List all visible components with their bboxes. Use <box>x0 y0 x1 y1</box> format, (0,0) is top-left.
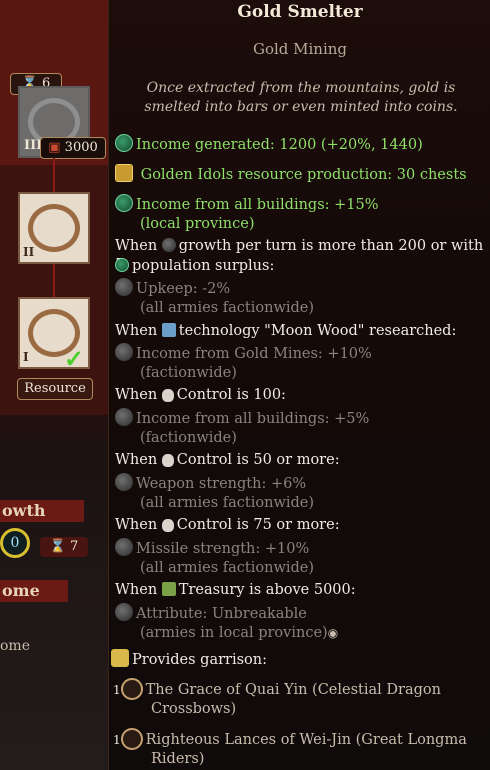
effect-scope: (local province) <box>140 216 255 232</box>
effect-text: Missile strength: +10% <box>136 541 310 557</box>
condition-text: Treasury is above 5000: <box>178 582 356 598</box>
effect-text: Income from all buildings: +15% <box>136 197 379 213</box>
skull-icon <box>161 519 174 532</box>
effect-income-generated: Income generated: 1200 (+20%, 1440) <box>115 134 485 155</box>
chain-connector <box>53 264 55 298</box>
growth-turns: 7 <box>70 539 79 554</box>
condition-text: Control is 100: <box>176 387 286 403</box>
cost-badge: ▣ 3000 <box>40 137 106 159</box>
skull-icon <box>161 389 174 402</box>
unit-name: The Grace of Quai Yin (Celestial Dragon <box>145 682 441 698</box>
effect-income-buildings: Income from all buildings: +15% (local p… <box>115 194 485 234</box>
condition-control-75: When Control is 75 or more: <box>115 516 485 535</box>
condition-growth-cont: population surplus: <box>115 257 485 276</box>
effect-text: Attribute: Unbreakable <box>136 606 307 622</box>
hourglass-icon: ⌛ <box>49 539 66 554</box>
condition-text: technology "Moon Wood" researched: <box>178 323 457 339</box>
effect-scope: (all armies factionwide) <box>140 560 315 576</box>
population-icon <box>115 258 129 272</box>
growth-icon <box>161 238 176 252</box>
effect-text: Upkeep: -2% <box>136 281 231 297</box>
weapon-icon <box>115 473 133 491</box>
growth-header: owth <box>0 500 84 522</box>
building-chain-name: Gold Mining <box>252 40 348 58</box>
ring-icon <box>28 204 80 252</box>
when-label: When <box>115 517 158 533</box>
income-header: ome <box>0 580 68 602</box>
treasure-icon: ▣ <box>48 140 61 155</box>
cavalry-unit-icon <box>120 728 143 750</box>
conditional-effect-income-buildings: Income from all buildings: +5% (factionw… <box>115 408 485 448</box>
unit-name-cont: Crossbows) <box>151 701 237 717</box>
condition-control-50: When Control is 50 or more: <box>115 451 485 470</box>
garrison-header: Provides garrison: <box>111 649 481 670</box>
golden-idol-icon <box>115 164 133 182</box>
growth-value-icon: 0 <box>0 528 30 558</box>
condition-control-100: When Control is 100: <box>115 386 485 405</box>
conditional-effect-unbreakable: Attribute: Unbreakable (armies in local … <box>115 603 485 643</box>
income-icon <box>115 194 133 212</box>
condition-text: Control is 75 or more: <box>176 517 340 533</box>
garrison-unit[interactable]: 1 Righteous Lances of Wei-Jin (Great Long… <box>113 728 483 769</box>
effect-scope: (all armies factionwide) <box>140 300 315 316</box>
attribute-icon <box>115 603 133 621</box>
effect-text: Income from all buildings: +5% <box>136 411 370 427</box>
effect-text: Income from Gold Mines: +10% <box>136 346 372 362</box>
condition-treasury: When Treasury is above 5000: <box>115 581 485 600</box>
building-description: Once extracted from the mountains, gold … <box>144 80 458 115</box>
effect-scope: (all armies factionwide) <box>140 495 315 511</box>
building-chain-panel: ⌛ 6 III ▣ 3000 II I ✓ Resource owth 0 ⌛ … <box>0 0 108 770</box>
eye-icon[interactable]: ◉ <box>328 624 338 643</box>
conditional-effect-gold-mines: Income from Gold Mines: +10% (factionwid… <box>115 343 485 383</box>
effect-scope: (factionwide) <box>140 365 237 381</box>
unit-count: 1 <box>113 733 121 747</box>
garrison-unit[interactable]: 1 The Grace of Quai Yin (Celestial Dragon… <box>113 678 483 719</box>
effect-scope: (armies in local province) <box>140 625 328 641</box>
income-label: ome <box>0 638 30 654</box>
treasury-icon <box>161 582 176 596</box>
conditional-effect-missile-strength: Missile strength: +10% (all armies facti… <box>115 538 485 578</box>
missile-icon <box>115 538 133 556</box>
building-title: Gold Smelter <box>237 2 363 22</box>
effect-text: Golden Idols resource production: 30 che… <box>140 167 467 183</box>
cost-value: 3000 <box>64 140 98 155</box>
when-label: When <box>115 387 158 403</box>
garrison-label: Provides garrison: <box>132 652 267 668</box>
condition-technology: When technology "Moon Wood" researched: <box>115 322 485 341</box>
effect-text: Income generated: 1200 (+20%, 1440) <box>136 137 423 153</box>
income-icon <box>115 134 133 152</box>
income-icon <box>115 343 133 361</box>
skull-icon <box>161 454 174 467</box>
income-icon <box>115 408 133 426</box>
unit-count: 1 <box>113 683 121 697</box>
growth-value: 0 <box>10 535 20 551</box>
garrison-icon <box>111 649 129 667</box>
chain-connector <box>53 158 55 192</box>
unit-name: Righteous Lances of Wei-Jin (Great Longm… <box>145 732 467 748</box>
unit-name-cont: Riders) <box>151 751 205 767</box>
check-icon: ✓ <box>64 344 85 373</box>
building-slot-tier2[interactable]: II <box>18 192 90 264</box>
tier1-label: I <box>23 350 29 364</box>
when-label: When <box>115 452 158 468</box>
effect-text: Weapon strength: +6% <box>136 476 307 492</box>
conditional-effect-upkeep: Upkeep: -2% (all armies factionwide) <box>115 278 485 318</box>
growth-turns-badge: ⌛ 7 <box>40 537 88 557</box>
crossbow-unit-icon <box>120 678 143 700</box>
effect-scope: (factionwide) <box>140 430 237 446</box>
condition-text: Control is 50 or more: <box>176 452 340 468</box>
conditional-effect-weapon-strength: Weapon strength: +6% (all armies faction… <box>115 473 485 513</box>
resource-button[interactable]: Resource <box>17 378 93 400</box>
when-label: When <box>115 582 158 598</box>
building-tooltip: Gold Smelter Gold Mining Once extracted … <box>108 0 490 770</box>
effect-golden-idols: Golden Idols resource production: 30 che… <box>115 164 485 185</box>
condition-text: population surplus: <box>132 258 275 274</box>
when-label: When <box>115 323 158 339</box>
tier2-label: II <box>23 245 35 259</box>
technology-icon <box>161 323 176 337</box>
upkeep-icon <box>115 278 133 296</box>
when-label: When <box>115 238 158 254</box>
